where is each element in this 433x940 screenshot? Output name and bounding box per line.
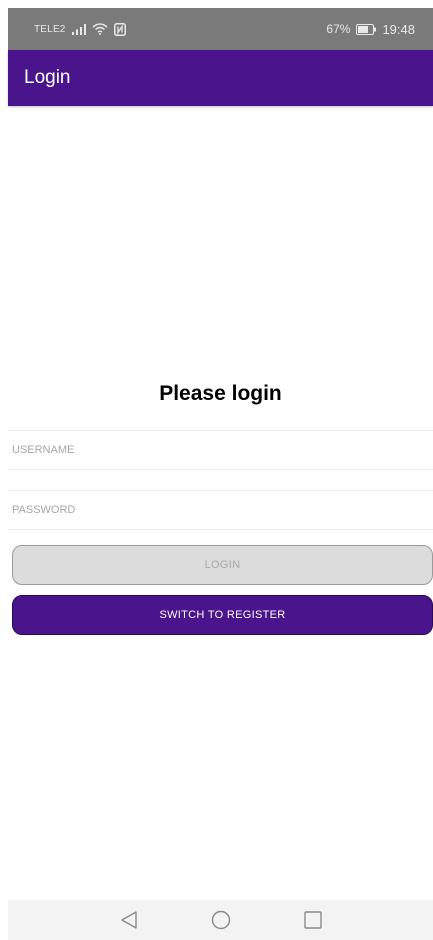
status-right: 67% 19:48 [326, 22, 415, 37]
wifi-icon [92, 23, 108, 35]
switch-to-register-button[interactable]: SWITCH TO REGISTER [12, 595, 433, 635]
navigation-bar [8, 900, 433, 940]
nfc-icon [113, 22, 126, 36]
battery-icon [356, 23, 377, 35]
clock: 19:48 [382, 21, 415, 37]
username-field-container [8, 430, 433, 470]
switch-to-register-label: SWITCH TO REGISTER [159, 609, 286, 621]
home-icon[interactable] [209, 908, 233, 932]
password-input[interactable] [8, 491, 433, 529]
page-title: Please login [159, 382, 282, 405]
login-button-label: LOGIN [204, 559, 241, 571]
carrier-label: TELE2 [34, 23, 66, 35]
signal-icon [71, 23, 86, 35]
recents-icon[interactable] [301, 908, 325, 932]
username-input[interactable] [8, 431, 433, 469]
battery-percent: 67% [326, 22, 351, 36]
status-bar: TELE2 67% 19:48 [8, 8, 433, 50]
login-screen: TELE2 67% 19:48 Login Please login USERN… [0, 0, 433, 940]
password-field-container [8, 490, 433, 530]
login-button[interactable]: LOGIN [12, 545, 433, 585]
back-icon[interactable] [117, 908, 141, 932]
app-bar-title: Login [24, 67, 71, 88]
status-left: TELE2 [34, 22, 126, 36]
app-bar: Login [8, 50, 433, 106]
